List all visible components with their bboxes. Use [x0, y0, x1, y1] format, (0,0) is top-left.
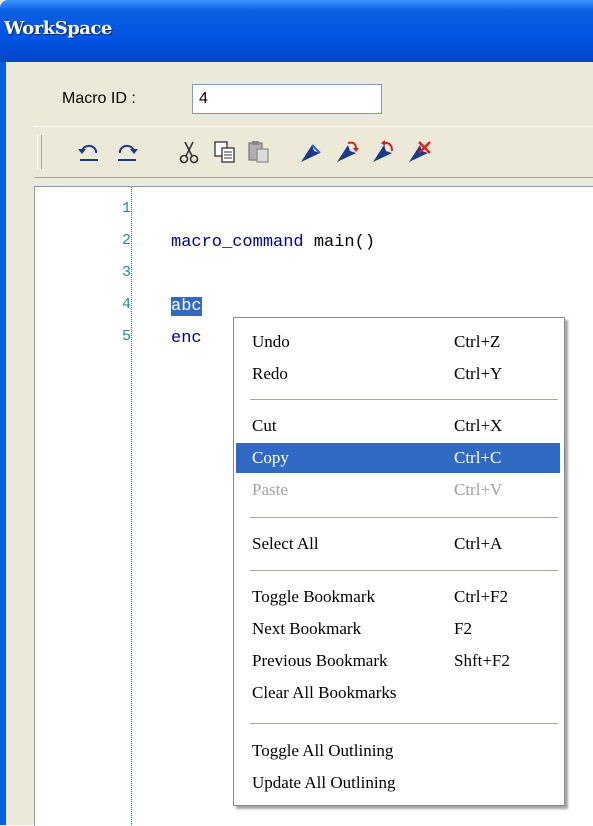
line-number: 4 — [121, 296, 131, 313]
menu-item-toggle-bookmark[interactable]: Toggle Bookmark Ctrl+F2 — [236, 582, 560, 612]
menu-item-shortcut: Ctrl+V — [454, 480, 503, 499]
menu-item-label: Copy — [252, 448, 289, 467]
next-bookmark-icon[interactable] — [332, 137, 362, 167]
menu-separator — [250, 570, 558, 571]
context-menu: Undo Ctrl+Z Redo Ctrl+Y Cut Ctrl+X Copy Ctrl… — [233, 317, 565, 806]
copy-icon[interactable] — [210, 137, 240, 167]
menu-separator — [250, 399, 558, 400]
undo-icon[interactable] — [74, 137, 104, 167]
menu-item-paste: Paste Ctrl+V — [236, 475, 560, 505]
menu-item-label: Clear All Bookmarks — [252, 683, 397, 702]
menu-separator — [250, 517, 558, 518]
menu-item-redo[interactable]: Redo Ctrl+Y — [236, 359, 560, 389]
clear-bookmarks-icon[interactable] — [404, 137, 434, 167]
menu-item-shortcut: Ctrl+C — [454, 448, 502, 467]
menu-item-undo[interactable]: Undo Ctrl+Z — [236, 327, 560, 357]
menu-item-toggle-all-outlining[interactable]: Toggle All Outlining — [236, 736, 560, 766]
menu-item-next-bookmark[interactable]: Next Bookmark F2 — [236, 614, 560, 644]
menu-item-label: Toggle All Outlining — [252, 741, 394, 760]
menu-item-cut[interactable]: Cut Ctrl+X — [236, 411, 560, 441]
code-text: main() — [303, 233, 376, 252]
menu-item-label: Update All Outlining — [252, 773, 396, 792]
menu-item-label: Redo — [252, 364, 288, 383]
menu-item-label: Toggle Bookmark — [252, 587, 375, 606]
selected-text: abc — [171, 297, 202, 316]
menu-item-shortcut: Shft+F2 — [454, 651, 510, 670]
line-number: 5 — [121, 328, 131, 345]
menu-item-label: Cut — [252, 416, 277, 435]
menu-item-label: Select All — [252, 534, 319, 553]
menu-item-copy[interactable]: Copy Ctrl+C — [236, 443, 560, 473]
code-line-2[interactable]: macro_command main() — [171, 233, 375, 253]
menu-item-label: Undo — [252, 332, 290, 351]
menu-item-select-all[interactable]: Select All Ctrl+A — [236, 529, 560, 559]
line-number-gutter: 1 2 3 4 5 — [35, 187, 131, 826]
menu-item-label: Previous Bookmark — [252, 651, 388, 670]
window-title: WorkSpace — [4, 18, 112, 39]
line-number: 1 — [121, 200, 131, 217]
title-bar[interactable]: WorkSpace — [0, 0, 593, 62]
menu-item-shortcut: F2 — [454, 619, 472, 638]
menu-item-shortcut: Ctrl+X — [454, 416, 503, 435]
menu-item-update-all-outlining[interactable]: Update All Outlining — [236, 768, 560, 798]
menu-item-label: Next Bookmark — [252, 619, 362, 638]
paste-icon[interactable] — [244, 137, 274, 167]
previous-bookmark-icon[interactable] — [368, 137, 398, 167]
code-line-5[interactable]: enc — [171, 329, 202, 349]
code-line-4[interactable]: abc — [171, 297, 202, 317]
menu-item-shortcut: Ctrl+Y — [454, 364, 503, 383]
menu-item-clear-all-bookmarks[interactable]: Clear All Bookmarks — [236, 678, 560, 708]
toolbar-gripper[interactable] — [37, 135, 42, 169]
toggle-bookmark-icon[interactable] — [296, 137, 326, 167]
cut-icon[interactable] — [174, 137, 204, 167]
editor-toolbar — [34, 126, 593, 178]
line-number: 2 — [121, 232, 131, 249]
gutter-divider — [131, 187, 132, 826]
menu-separator — [250, 723, 558, 724]
workspace-window: WorkSpace Macro ID : 4 1 2 3 4 5 macro_c… — [0, 0, 593, 826]
menu-item-shortcut: Ctrl+Z — [454, 332, 501, 351]
line-number: 3 — [121, 264, 131, 281]
menu-item-label: Paste — [252, 480, 288, 499]
menu-item-previous-bookmark[interactable]: Previous Bookmark Shft+F2 — [236, 646, 560, 676]
macro-id-input[interactable] — [192, 84, 382, 114]
code-keyword: macro_command — [171, 233, 304, 252]
macro-id-label: Macro ID : — [62, 90, 136, 107]
menu-item-shortcut: Ctrl+F2 — [454, 587, 508, 606]
menu-item-shortcut: Ctrl+A — [454, 534, 503, 553]
redo-icon[interactable] — [112, 137, 142, 167]
